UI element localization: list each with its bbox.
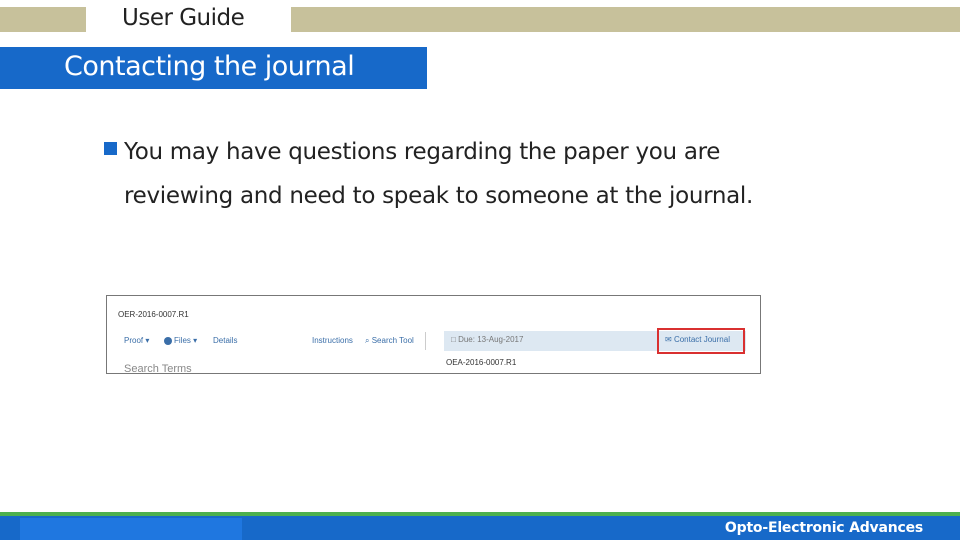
header-band-right	[291, 7, 960, 32]
oea-manuscript-id: OEA-2016-0007.R1	[446, 358, 517, 367]
nav-divider	[425, 332, 426, 350]
download-icon	[164, 336, 172, 345]
due-date: □ Due: 13-Aug-2017	[451, 335, 523, 344]
manuscript-id: OER-2016-0007.R1	[118, 310, 189, 319]
search-tool-link[interactable]: ⌕ Search Tool	[365, 336, 414, 346]
journal-name: Opto-Electronic Advances	[724, 520, 923, 536]
due-date-label: Due: 13-Aug-2017	[458, 335, 524, 344]
contact-journal-label: Contact Journal	[673, 335, 730, 344]
proof-menu[interactable]: Proof ▾	[124, 336, 149, 345]
section-title: Contacting the journal	[64, 51, 355, 82]
instructions-link[interactable]: Instructions	[312, 336, 353, 345]
footer-segment	[20, 518, 242, 540]
files-menu[interactable]: Files ▾	[164, 336, 197, 345]
details-link[interactable]: Details	[213, 336, 237, 345]
embedded-screenshot: OER-2016-0007.R1 Proof ▾ Files ▾ Details…	[106, 295, 761, 374]
calendar-icon: □	[451, 335, 456, 344]
contact-journal-button[interactable]: ✉ Contact Journal	[665, 335, 730, 344]
search-tool-label: Search Tool	[371, 336, 414, 345]
bullet-text: You may have questions regarding the pap…	[124, 139, 754, 209]
guide-title: User Guide	[122, 5, 245, 31]
header-band-left	[0, 7, 86, 32]
bullet-square-icon	[104, 142, 117, 155]
files-menu-label: Files ▾	[174, 336, 198, 345]
envelope-icon: ✉	[665, 335, 672, 344]
search-icon: ⌕	[365, 336, 370, 345]
search-terms-label: Search Terms	[124, 363, 192, 374]
